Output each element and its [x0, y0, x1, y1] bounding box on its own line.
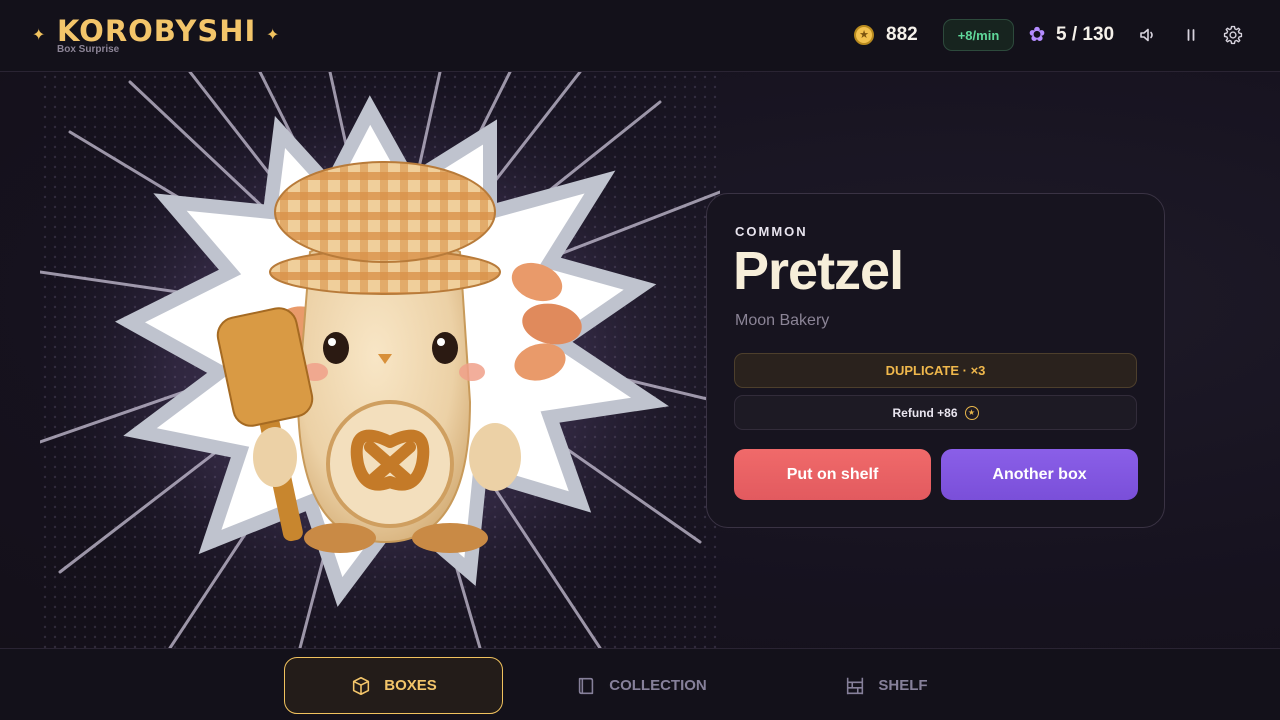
put-on-shelf-button[interactable]: Put on shelf — [734, 449, 931, 500]
sparkle-icon: ✦ — [32, 27, 46, 44]
tab-boxes[interactable]: BOXES — [284, 657, 503, 714]
sparkle-icon: ✦ — [266, 27, 280, 44]
coin-icon: ★ — [964, 405, 979, 420]
refund-info: Refund +86 ★ — [734, 395, 1137, 430]
app-subtitle: Box Surprise — [57, 44, 120, 55]
top-bar: ✦ KOROBYSHI ✦ Box Surprise ★ 882 +8/min … — [0, 0, 1280, 72]
book-icon — [579, 677, 594, 694]
coin-balance: 882 — [886, 24, 918, 45]
refund-label: Refund +86 — [892, 405, 958, 420]
tab-boxes-label: BOXES — [384, 677, 437, 694]
reveal-card: COMMON Pretzel Moon Bakery DUPLICATE · ×… — [706, 193, 1165, 528]
collection-progress: 5 / 130 — [1056, 24, 1115, 45]
income-rate-badge: +8/min — [943, 19, 1014, 51]
bottom-nav: BOXES COLLECTION SHELF — [0, 648, 1280, 720]
settings-button[interactable] — [1220, 22, 1246, 48]
app-title: KOROBYSHI — [57, 14, 257, 48]
duplicate-badge: DUPLICATE · ×3 — [734, 353, 1137, 388]
tab-collection[interactable]: COLLECTION — [566, 657, 716, 714]
another-box-button[interactable]: Another box — [941, 449, 1138, 500]
reveal-burst — [40, 72, 720, 648]
coin-counter: ★ 882 — [854, 18, 918, 52]
pause-button[interactable] — [1178, 22, 1204, 48]
tab-collection-label: COLLECTION — [609, 677, 707, 694]
box-icon — [353, 676, 370, 695]
tab-shelf-label: SHELF — [878, 677, 928, 694]
gear-icon — [1223, 25, 1243, 45]
tab-shelf[interactable]: SHELF — [836, 657, 936, 714]
rarity-label: COMMON — [735, 224, 808, 239]
shelf-icon — [847, 677, 864, 694]
pause-icon — [1187, 29, 1195, 41]
collection-counter: ✿ 5 / 130 — [1026, 18, 1115, 52]
item-name: Pretzel — [733, 241, 904, 301]
reveal-stage: COMMON Pretzel Moon Bakery DUPLICATE · ×… — [0, 72, 1280, 648]
item-series: Moon Bakery — [735, 312, 830, 329]
coin-icon: ★ — [854, 25, 874, 45]
flower-icon: ✿ — [1028, 24, 1046, 46]
speaker-icon — [1140, 28, 1153, 42]
sound-button[interactable] — [1135, 22, 1161, 48]
